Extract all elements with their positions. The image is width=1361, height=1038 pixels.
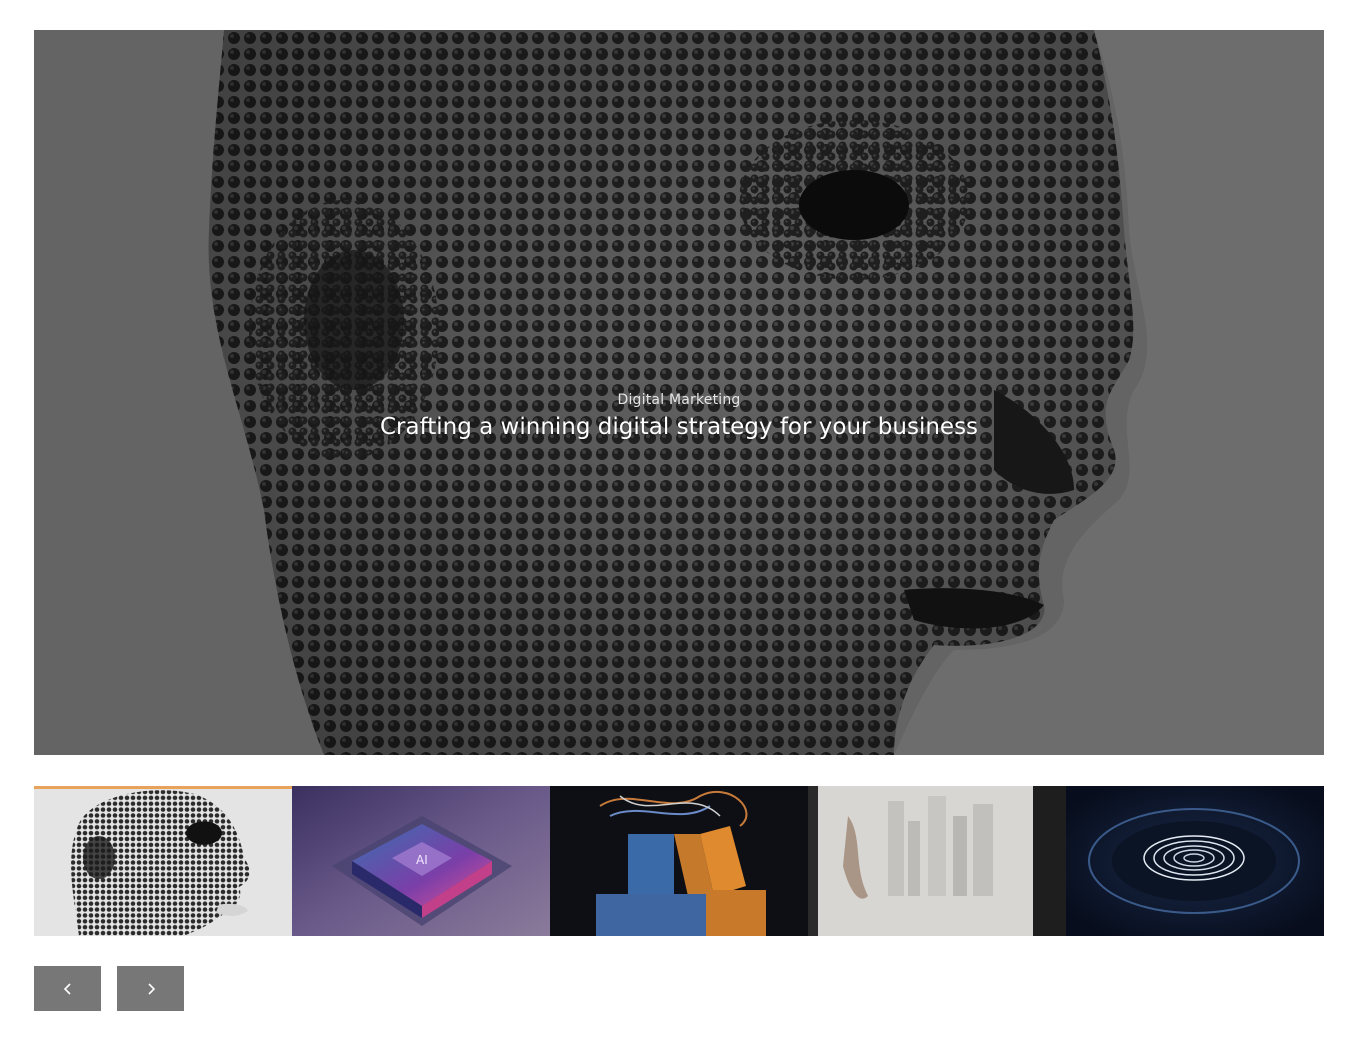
ai-chip-thumbnail: AI — [292, 786, 550, 936]
paper-sculpture-thumbnail — [550, 786, 808, 936]
main-slide: Digital Marketing Crafting a winning dig… — [34, 30, 1324, 755]
svg-text:AI: AI — [416, 853, 428, 867]
thumbnail-4[interactable] — [808, 786, 1066, 936]
thumbnail-2[interactable]: AI — [292, 786, 550, 936]
thumbnail-strip: AI — [34, 786, 1324, 936]
thumbnail-3[interactable] — [550, 786, 808, 936]
chevron-left-icon — [63, 982, 71, 995]
chevron-right-icon — [147, 982, 155, 995]
thumbnail-1[interactable] — [34, 786, 292, 936]
next-button[interactable] — [117, 966, 184, 1011]
city-relief-thumbnail — [808, 786, 1066, 936]
prev-button[interactable] — [34, 966, 101, 1011]
slide-category[interactable]: Digital Marketing — [34, 392, 1324, 408]
wireframe-head-thumbnail — [34, 789, 292, 936]
slide-title[interactable]: Crafting a winning digital strategy for … — [34, 414, 1324, 440]
fingerprint-thumbnail — [1066, 786, 1324, 936]
thumbnail-5[interactable] — [1066, 786, 1324, 936]
slide-caption: Digital Marketing Crafting a winning dig… — [34, 392, 1324, 440]
